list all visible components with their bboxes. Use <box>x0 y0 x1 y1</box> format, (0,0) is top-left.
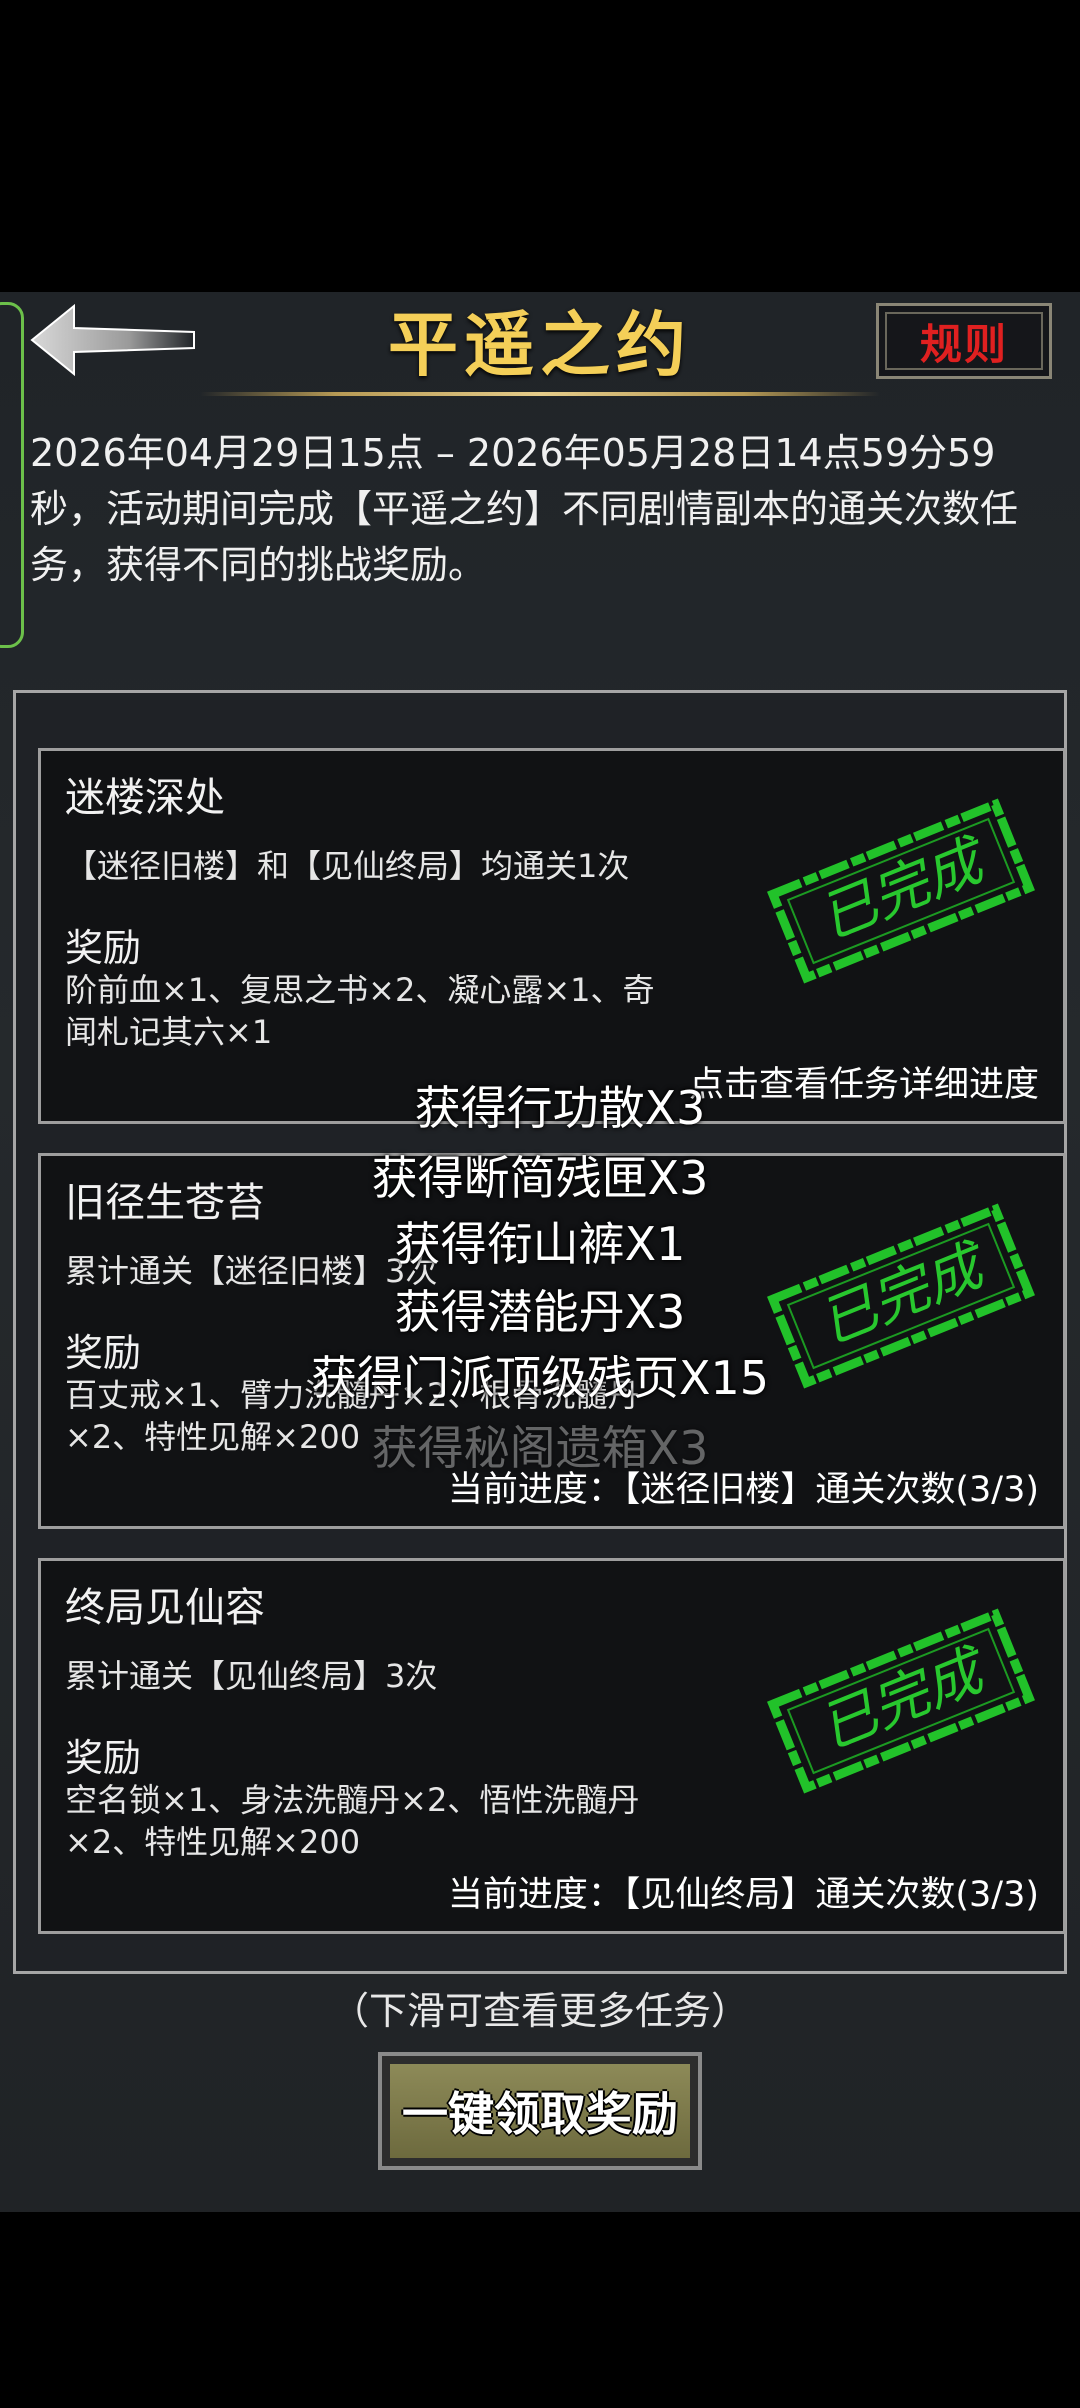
event-description: 2026年04月29日15点 – 2026年05月28日14点59分59秒，活动… <box>30 431 1019 587</box>
completed-stamp: 已完成 <box>767 1608 1035 1794</box>
scroll-hint: （下滑可查看更多任务） <box>330 1989 749 2033</box>
task-title: 终局见仙容 <box>65 1585 265 1631</box>
rules-button-label: 规则 <box>919 319 1008 369</box>
title-divider <box>200 392 880 396</box>
reward-label: 奖励 <box>65 926 142 970</box>
reward-toast: 获得秘阁遗箱X3 <box>371 1421 709 1475</box>
rules-button[interactable]: 规则 <box>876 303 1052 379</box>
claim-all-label: 一键领取奖励 <box>402 2087 678 2141</box>
task-progress: 当前进度：【见仙终局】通关次数(3/3) <box>447 1875 1039 1915</box>
task-condition: 累计通关【见仙终局】3次 <box>65 1657 438 1695</box>
reward-list: 阶前血×1、复思之书×2、凝心露×1、奇闻札记其六×1 <box>65 971 655 1051</box>
claim-all-button[interactable]: 一键领取奖励 <box>378 2052 702 2170</box>
reward-toast: 获得衔山裤X1 <box>394 1217 686 1271</box>
reward-list: 空名锁×1、身法洗髓丹×2、悟性洗髓丹×2、特性见解×200 <box>65 1781 640 1861</box>
task-title: 迷楼深处 <box>65 775 225 821</box>
reward-label: 奖励 <box>65 1736 142 1780</box>
reward-toast: 获得门派顶级残页X15 <box>310 1351 770 1405</box>
reward-toast: 获得潜能丹X3 <box>394 1285 686 1339</box>
reward-toast: 获得断简残匣X3 <box>371 1151 709 1205</box>
claim-all-button-face[interactable]: 一键领取奖励 <box>390 2064 690 2158</box>
task-card[interactable]: 终局见仙容 累计通关【见仙终局】3次 奖励 空名锁×1、身法洗髓丹×2、悟性洗髓… <box>38 1558 1066 1934</box>
task-card[interactable]: 迷楼深处 【迷径旧楼】和【见仙终局】均通关1次 奖励 阶前血×1、复思之书×2、… <box>38 748 1066 1124</box>
completed-stamp: 已完成 <box>767 798 1035 984</box>
task-condition: 【迷径旧楼】和【见仙终局】均通关1次 <box>65 847 630 885</box>
reward-toast: 获得行功散X3 <box>414 1081 706 1135</box>
